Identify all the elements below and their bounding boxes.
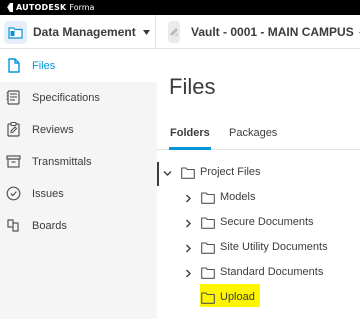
folder-module-icon bbox=[4, 20, 27, 44]
folder-icon bbox=[181, 167, 195, 179]
tree-label: Secure Documents bbox=[220, 216, 314, 228]
chevron-right-icon[interactable] bbox=[184, 219, 193, 228]
sidebar-item-issues[interactable]: Issues bbox=[0, 178, 157, 210]
sidebar-item-label: Transmittals bbox=[32, 156, 92, 168]
folder-icon bbox=[201, 217, 215, 229]
module-switcher[interactable]: Data Management bbox=[0, 15, 156, 49]
project-label: Vault - 0001 - MAIN CAMPUS bbox=[191, 25, 354, 39]
project-switcher[interactable]: Vault - 0001 - MAIN CAMPUS bbox=[157, 15, 360, 49]
chevron-right-icon[interactable] bbox=[184, 244, 193, 253]
tree-row-upload[interactable]: Upload bbox=[157, 287, 360, 311]
folder-icon bbox=[201, 192, 215, 204]
tree-label: Site Utility Documents bbox=[220, 241, 328, 253]
sidebar: Files Specifications Reviews Transmittal… bbox=[0, 50, 157, 319]
folder-icon bbox=[201, 267, 215, 279]
sidebar-item-label: Specifications bbox=[32, 92, 100, 104]
tree-row-standard-documents[interactable]: Standard Documents bbox=[157, 262, 360, 286]
sidebar-item-reviews[interactable]: Reviews bbox=[0, 114, 157, 146]
tree-label: Upload bbox=[220, 291, 255, 303]
folder-icon bbox=[201, 292, 215, 304]
sidebar-item-label: Files bbox=[32, 60, 56, 72]
brand-bar: AUTODESK Forma bbox=[0, 0, 360, 15]
sidebar-item-files[interactable]: Files bbox=[0, 50, 157, 82]
tree-label: Standard Documents bbox=[220, 266, 324, 278]
tree-row-site-utility-documents[interactable]: Site Utility Documents bbox=[157, 237, 360, 261]
main-content: Files Folders Packages Project Files Mod… bbox=[157, 50, 360, 319]
brand-company: AUTODESK bbox=[16, 3, 67, 12]
document-icon bbox=[8, 58, 20, 73]
tree-row-secure-documents[interactable]: Secure Documents bbox=[157, 212, 360, 236]
reviews-icon bbox=[7, 121, 20, 137]
brand-product: Forma bbox=[69, 3, 95, 12]
tree-label: Project Files bbox=[200, 166, 261, 178]
tab-folders[interactable]: Folders bbox=[170, 127, 210, 139]
sidebar-item-label: Boards bbox=[32, 220, 67, 232]
chevron-down-icon bbox=[142, 29, 150, 35]
folder-icon bbox=[201, 242, 215, 254]
chevron-right-icon[interactable] bbox=[184, 269, 193, 278]
module-label: Data Management bbox=[33, 25, 136, 39]
chevron-down-icon[interactable] bbox=[163, 169, 172, 178]
sidebar-item-label: Issues bbox=[32, 188, 64, 200]
sidebar-item-label: Reviews bbox=[32, 124, 74, 136]
sidebar-item-transmittals[interactable]: Transmittals bbox=[0, 146, 157, 178]
boards-icon bbox=[7, 219, 19, 232]
transmittals-icon bbox=[6, 155, 21, 168]
app-header: Data Management Vault - 0001 - MAIN CAMP… bbox=[0, 15, 360, 49]
tab-packages[interactable]: Packages bbox=[229, 127, 277, 139]
sidebar-item-boards[interactable]: Boards bbox=[0, 210, 157, 242]
tree-row-models[interactable]: Models bbox=[157, 187, 360, 211]
autodesk-logo-icon bbox=[4, 3, 13, 12]
sidebar-item-specifications[interactable]: Specifications bbox=[0, 82, 157, 114]
page-title: Files bbox=[169, 74, 216, 99]
specifications-icon bbox=[6, 90, 20, 105]
chevron-right-icon[interactable] bbox=[184, 194, 193, 203]
active-tab-indicator bbox=[169, 147, 211, 150]
tree-label: Models bbox=[220, 191, 256, 203]
issues-icon bbox=[6, 186, 21, 201]
project-icon bbox=[168, 21, 180, 43]
tree-row-project-files[interactable]: Project Files bbox=[157, 162, 360, 186]
tab-bar: Folders Packages bbox=[157, 124, 360, 150]
